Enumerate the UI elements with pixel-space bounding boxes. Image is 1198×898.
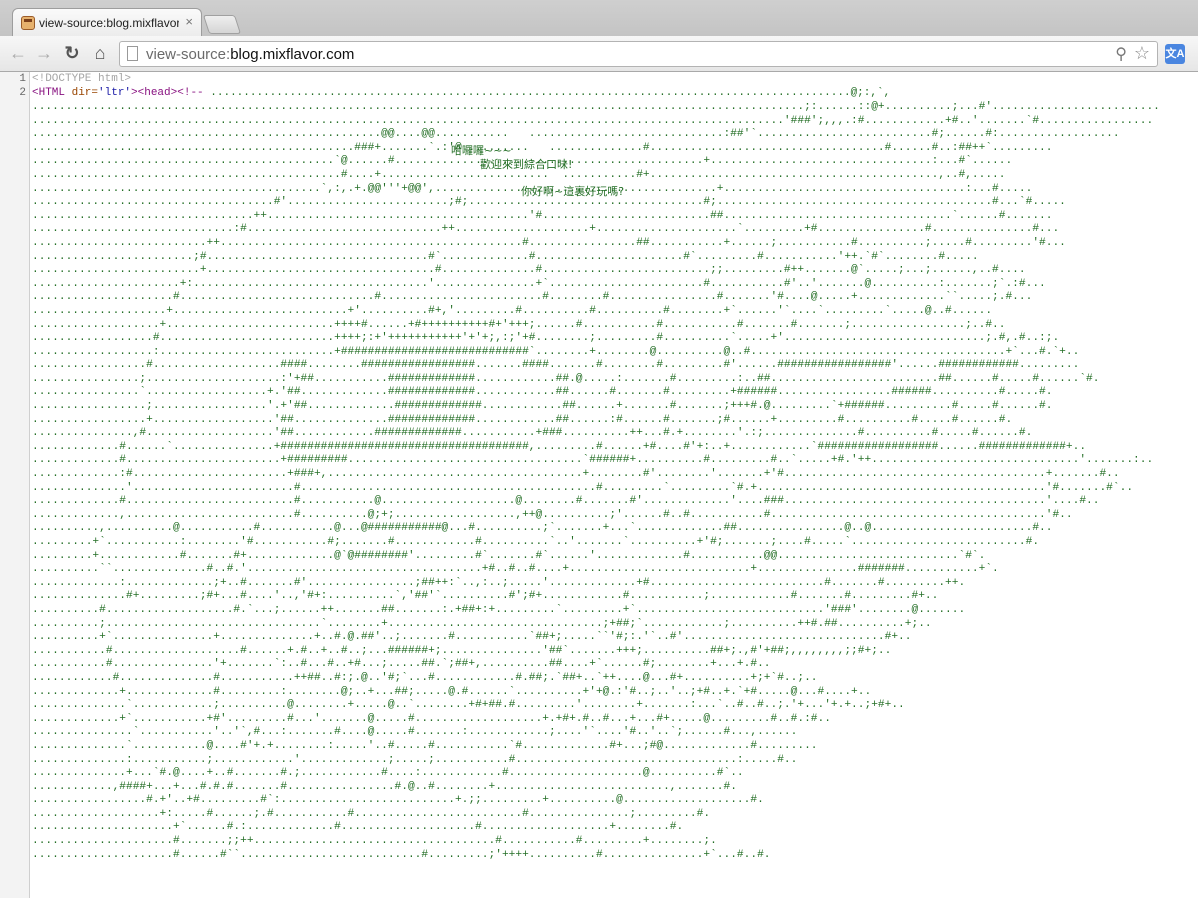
html-tag: <HTML — [32, 87, 72, 99]
search-icon[interactable]: ⚲ — [1115, 44, 1127, 64]
tab-active[interactable]: view-source:blog.mixflavor.com × — [12, 8, 202, 36]
source-line-1: <!DOCTYPE html> — [32, 73, 131, 87]
site-favicon-icon — [21, 16, 35, 30]
head-tag: ><head> — [131, 87, 178, 99]
comment-greeting-3: 你好啊~這裏好玩嗎? — [521, 185, 625, 198]
close-icon[interactable]: × — [185, 14, 193, 30]
url-scheme: view-source: — [146, 46, 231, 63]
comment-open: <!-- — [177, 87, 211, 99]
html-attr: dir= — [71, 87, 99, 99]
ascii-art-comment: ........................................… — [32, 101, 1160, 861]
tab-title: view-source:blog.mixflavor.com — [39, 16, 179, 30]
translate-icon[interactable]: 文A — [1165, 44, 1185, 64]
source-line-2: <HTML dir='ltr'><head><!-- .............… — [32, 87, 890, 101]
line-number: 2 — [19, 87, 26, 99]
line-number-gutter: 1 2 — [0, 72, 30, 898]
reload-button[interactable]: ↻ — [60, 41, 84, 65]
source-viewer: 1 2 <!DOCTYPE html> <HTML dir='ltr'><hea… — [0, 72, 1198, 898]
page-icon — [127, 46, 138, 61]
forward-button[interactable]: → — [32, 41, 56, 65]
home-button[interactable]: ⌂ — [88, 41, 112, 65]
browser-chrome: view-source:blog.mixflavor.com × ← → ↻ ⌂… — [0, 0, 1198, 72]
html-attr-value: 'ltr' — [98, 87, 132, 99]
new-tab-button[interactable] — [202, 15, 242, 34]
address-bar[interactable]: view-source:blog.mixflavor.com ⚲ ☆ — [119, 41, 1158, 67]
tab-strip: view-source:blog.mixflavor.com × — [0, 0, 1198, 36]
comment-text: ........................................… — [210, 87, 891, 99]
back-button[interactable]: ← — [6, 41, 30, 65]
doctype: <!DOCTYPE html> — [32, 73, 132, 85]
comment-greeting-2: 歡迎來到綜合口味! — [480, 158, 573, 171]
url-host: blog.mixflavor.com — [230, 46, 355, 63]
line-number: 1 — [19, 73, 26, 85]
star-icon[interactable]: ☆ — [1134, 43, 1150, 64]
url-text[interactable]: view-source:blog.mixflavor.com — [146, 46, 354, 63]
toolbar: ← → ↻ ⌂ view-source:blog.mixflavor.com ⚲… — [0, 36, 1198, 71]
